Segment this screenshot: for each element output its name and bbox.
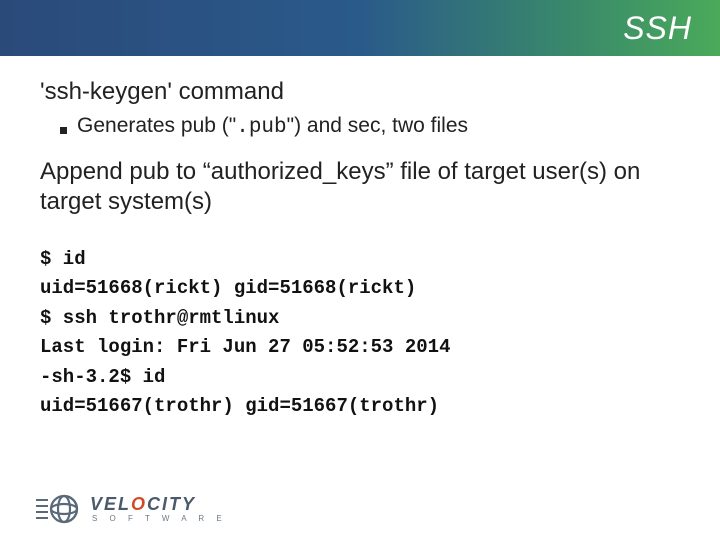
logo-mark-icon [34, 494, 80, 524]
logo-word-post: CITY [147, 494, 196, 514]
paragraph-authorized-keys: Append pub to “authorized_keys” file of … [40, 157, 680, 217]
logo-wordmark: VELOCITY [90, 495, 227, 513]
section-heading-keygen: 'ssh-keygen' command [40, 78, 680, 106]
inline-code: .pub [236, 116, 286, 139]
terminal-line: uid=51667(trothr) gid=51667(trothr) [40, 392, 680, 421]
terminal-line: Last login: Fri Jun 27 05:52:53 2014 [40, 333, 680, 362]
terminal-line: -sh-3.2$ id [40, 363, 680, 392]
logo-subtitle: S O F T W A R E [90, 515, 227, 523]
brand-logo: VELOCITY S O F T W A R E [34, 494, 227, 524]
bullet-text-post: ") and sec, two files [287, 114, 468, 137]
terminal-block: $ id uid=51668(rickt) gid=51668(rickt) $… [40, 245, 680, 422]
bullet-marker-icon [60, 127, 67, 134]
logo-word-pre: VEL [90, 494, 131, 514]
terminal-line: $ id [40, 245, 680, 274]
logo-word-accent: O [131, 494, 147, 514]
bullet-text-pre: Generates pub (" [77, 114, 236, 137]
logo-text: VELOCITY S O F T W A R E [90, 495, 227, 523]
slide-title: SSH [623, 10, 692, 47]
terminal-line: uid=51668(rickt) gid=51668(rickt) [40, 274, 680, 303]
terminal-line: $ ssh trothr@rmtlinux [40, 304, 680, 333]
slide-content: 'ssh-keygen' command Generates pub (".pu… [0, 56, 720, 422]
bullet-item: Generates pub (".pub") and sec, two file… [40, 114, 680, 139]
slide-header: SSH [0, 0, 720, 56]
bullet-text: Generates pub (".pub") and sec, two file… [77, 114, 468, 139]
